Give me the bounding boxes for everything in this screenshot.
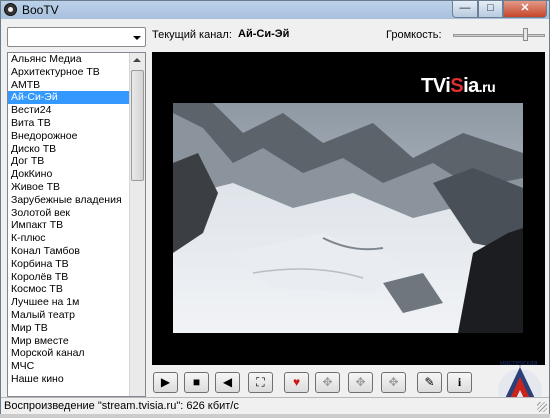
maximize-button[interactable]: □ (478, 1, 503, 18)
chevron-down-icon[interactable] (133, 36, 141, 40)
channel-list-scrollbar[interactable] (129, 53, 145, 396)
tools-icon: ✎ (424, 375, 435, 389)
puzzle-edit-button[interactable]: ✥ (381, 372, 406, 393)
favorite-add-button[interactable]: ♥ (284, 372, 309, 393)
fullscreen-icon: ⛶ (256, 375, 265, 389)
status-bar: Воспроизведение "stream.tvisia.ru": 626 … (1, 397, 549, 414)
channel-list-item[interactable]: Корбина ТВ (8, 258, 129, 271)
scroll-up-arrow-icon[interactable] (133, 58, 141, 62)
volume-slider-thumb[interactable] (522, 28, 528, 41)
channel-list-item[interactable]: Внедорожное (8, 130, 129, 143)
title-bar[interactable]: BooTV — □ ✕ (1, 1, 549, 19)
info-icon: i (457, 375, 462, 389)
play-button[interactable]: ▶ (153, 372, 178, 393)
video-frame (173, 103, 523, 333)
window-title: BooTV (22, 3, 59, 17)
mute-button[interactable]: ◀ (215, 372, 240, 393)
tools-button[interactable]: ✎ (417, 372, 442, 393)
status-text: Воспроизведение "stream.tvisia.ru": 626 … (4, 400, 239, 412)
video-area[interactable]: TViSia.ru (152, 52, 545, 365)
channel-list-item[interactable]: Морской канал (8, 347, 129, 360)
channel-list-item[interactable]: МЧС (8, 360, 129, 373)
favorite-add-icon: ♥ (292, 375, 301, 389)
scrollbar-thumb[interactable] (131, 70, 144, 181)
channel-list-item[interactable]: Мир вместе (8, 335, 129, 348)
play-icon: ▶ (160, 375, 171, 389)
channel-list-item[interactable]: ДокКино (8, 168, 129, 181)
channel-list-item[interactable]: Архитектурное ТВ (8, 66, 129, 79)
puzzle-icon: ✥ (355, 375, 366, 389)
channel-list-item[interactable]: Диско ТВ (8, 143, 129, 156)
minimize-button[interactable]: — (452, 1, 478, 18)
volume-slider-track[interactable] (453, 34, 545, 37)
favorite-remove-icon: ✥ (322, 375, 333, 389)
channel-list-item[interactable]: Дог ТВ (8, 155, 129, 168)
channel-list-item[interactable]: Ай-Си-Эй (8, 91, 129, 105)
mute-icon: ◀ (222, 375, 233, 389)
current-channel-label: Текущий канал: (152, 29, 232, 41)
current-channel-value: Ай-Си-Эй (238, 28, 290, 40)
channel-list-item[interactable]: Мир ТВ (8, 322, 129, 335)
favorite-remove-button[interactable]: ✥ (315, 372, 340, 393)
channel-list-item[interactable]: Золотой век (8, 207, 129, 220)
app-icon[interactable] (4, 3, 17, 16)
watermark-text: мастерская (500, 360, 538, 367)
channel-list-item[interactable]: Малый театр (8, 309, 129, 322)
channel-list-item[interactable]: Импакт ТВ (8, 219, 129, 232)
channel-list-item[interactable]: Наше кино (8, 373, 129, 386)
info-button[interactable]: i (447, 372, 472, 393)
channel-group-select[interactable] (7, 27, 146, 47)
fullscreen-button[interactable]: ⛶ (248, 372, 273, 393)
volume-label: Громкость: (386, 29, 442, 41)
stop-icon: ■ (192, 375, 201, 389)
channel-list-item[interactable]: Вита ТВ (8, 117, 129, 130)
channel-list-item[interactable]: Живое ТВ (8, 181, 129, 194)
channel-list-item[interactable]: Альянс Медиа (8, 53, 129, 66)
channel-list[interactable]: Альянс Медиа Архитектурное ТВ АМТВ Ай-Си-Эй… (7, 52, 146, 397)
mountain-video-image (173, 103, 523, 333)
channel-list-item[interactable]: Конал Тамбов (8, 245, 129, 258)
channel-list-item[interactable]: Вести24 (8, 104, 129, 117)
puzzle-edit-icon: ✥ (388, 375, 399, 389)
tvisia-logo: TViSia.ru (421, 75, 496, 97)
channel-list-item[interactable]: Зарубежные владения (8, 194, 129, 207)
puzzle-button[interactable]: ✥ (348, 372, 373, 393)
resize-grip-icon[interactable] (537, 402, 547, 412)
close-button[interactable]: ✕ (503, 1, 547, 18)
channel-list-item[interactable]: Лучшее на 1м (8, 296, 129, 309)
app-window: BooTV — □ ✕ Текущий канал: Ай-Си-Эй Гром… (0, 0, 550, 414)
channel-list-item[interactable]: Космос ТВ (8, 283, 129, 296)
channel-list-item[interactable]: АМТВ (8, 79, 129, 92)
stop-button[interactable]: ■ (184, 372, 209, 393)
channel-list-item[interactable]: Королёв ТВ (8, 271, 129, 284)
channel-list-item[interactable]: К-плюс (8, 232, 129, 245)
